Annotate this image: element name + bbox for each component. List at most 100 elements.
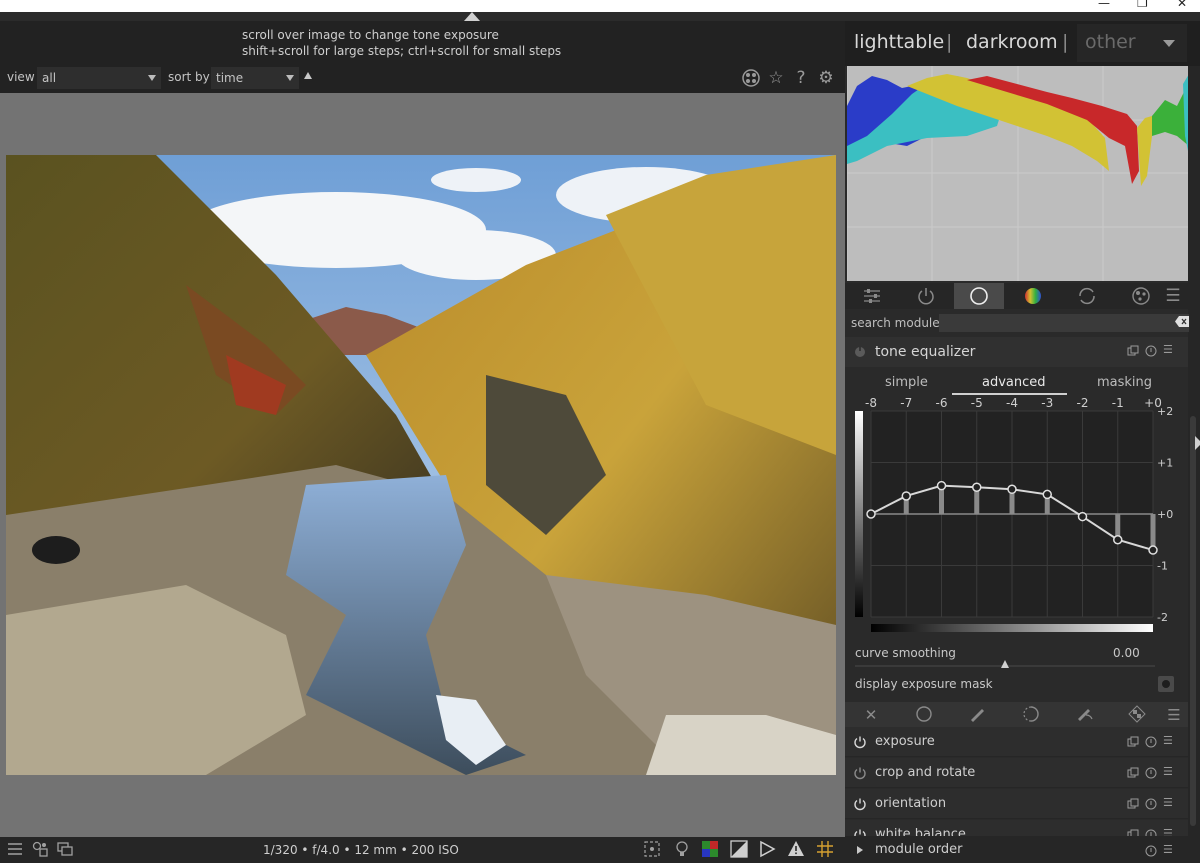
view-lighttable-link[interactable]: lighttable: [854, 31, 944, 53]
curve-node[interactable]: [936, 480, 947, 491]
x-tick-label: -4: [1006, 397, 1018, 410]
power-icon[interactable]: [853, 735, 867, 749]
module-name: white balance: [875, 827, 966, 837]
curve-node[interactable]: [1113, 535, 1123, 545]
power-icon[interactable]: [853, 797, 867, 811]
active-modules-tab-icon[interactable]: [901, 283, 951, 309]
reset-icon[interactable]: [1145, 767, 1157, 782]
color-picker-icon[interactable]: [741, 68, 761, 88]
grid-overlay-icon[interactable]: [815, 840, 835, 860]
reset-icon[interactable]: [1145, 798, 1157, 813]
histogram[interactable]: [846, 66, 1189, 281]
minimize-button[interactable]: —: [1098, 0, 1110, 10]
curve-node[interactable]: [866, 509, 876, 519]
multi-instance-icon[interactable]: [1127, 736, 1139, 751]
presets-menu-icon[interactable]: ☰: [1163, 796, 1173, 809]
view-separator: |: [946, 31, 953, 53]
right-panel-scroll-thumb[interactable]: [1190, 416, 1196, 826]
curve-node[interactable]: [1007, 484, 1017, 495]
reset-icon[interactable]: [1145, 845, 1157, 860]
tone-equalizer-header[interactable]: tone equalizer ☰: [845, 337, 1188, 367]
curve-node[interactable]: [972, 482, 982, 492]
multi-instance-icon[interactable]: [1127, 345, 1139, 360]
tab-advanced[interactable]: advanced: [982, 375, 1046, 390]
gear-icon[interactable]: ⚙: [816, 68, 836, 88]
x-tick-label: -7: [900, 397, 912, 410]
collapse-top-panel-arrow[interactable]: [464, 12, 480, 21]
preferences-list-icon[interactable]: [5, 840, 25, 860]
view-switcher: lighttable | darkroom | other: [845, 21, 1200, 66]
reset-icon[interactable]: [1145, 829, 1157, 836]
module-row-orientation[interactable]: orientation ☰: [845, 789, 1188, 819]
module-row-white-balance[interactable]: white balance ☰: [845, 820, 1188, 837]
multi-instance-icon[interactable]: [1127, 767, 1139, 782]
correction-modules-tab-icon[interactable]: [1062, 283, 1112, 309]
power-icon[interactable]: [853, 345, 867, 359]
presets-menu-icon[interactable]: ☰: [1163, 843, 1173, 856]
view-combobox[interactable]: all: [37, 67, 161, 89]
power-icon[interactable]: [853, 766, 867, 780]
multi-instance-icon[interactable]: [1127, 798, 1139, 813]
sort-combobox[interactable]: time: [211, 67, 299, 89]
module-name: exposure: [875, 734, 935, 749]
close-window-button[interactable]: ✕: [1177, 0, 1187, 10]
tone-curve-graph[interactable]: -8 -7 -6 -5 -4 -3 -2 -1 +0 +2 +1 +0 -1 -2: [845, 397, 1188, 643]
clear-search-icon[interactable]: [1175, 316, 1189, 330]
lightbulb-icon[interactable]: [672, 840, 692, 860]
module-row-exposure[interactable]: exposure ☰: [845, 727, 1188, 757]
quick-access-tab-icon[interactable]: [847, 283, 897, 309]
power-icon[interactable]: [853, 828, 867, 837]
photo-preview[interactable]: [6, 155, 836, 775]
presets-menu-icon[interactable]: ☰: [1163, 343, 1173, 356]
module-groups-menu-icon[interactable]: ☰: [1158, 283, 1188, 309]
search-module-label: search module: [851, 316, 940, 330]
drawn-mask-icon[interactable]: [965, 705, 989, 725]
module-order-row[interactable]: module order ☰: [845, 837, 1188, 863]
active-tab-indicator: [952, 393, 1067, 395]
guides-icon[interactable]: [757, 840, 777, 860]
uniform-blend-icon[interactable]: [912, 705, 936, 725]
sort-direction-icon[interactable]: [304, 72, 312, 79]
blend-menu-icon[interactable]: ☰: [1163, 705, 1185, 725]
curve-smoothing-handle[interactable]: [1001, 660, 1009, 668]
search-module-input[interactable]: [939, 314, 1189, 332]
curve-node[interactable]: [901, 491, 911, 501]
multi-instance-icon[interactable]: [1127, 829, 1139, 836]
reset-icon[interactable]: [1145, 736, 1157, 751]
help-icon[interactable]: ?: [791, 68, 811, 88]
second-window-icon[interactable]: [55, 840, 75, 860]
raster-mask-icon[interactable]: [1125, 705, 1149, 725]
expand-arrow-icon[interactable]: [857, 846, 863, 854]
curve-node[interactable]: [1042, 489, 1052, 500]
presets-menu-icon[interactable]: ☰: [1163, 734, 1173, 747]
reset-icon[interactable]: [1145, 345, 1157, 360]
presets-menu-icon[interactable]: ☰: [1163, 827, 1173, 836]
gamut-check-icon[interactable]: [729, 840, 749, 860]
curve-node[interactable]: [1077, 511, 1088, 522]
blend-off-icon[interactable]: ✕: [859, 705, 883, 725]
tab-simple[interactable]: simple: [885, 375, 928, 390]
view-other-dropdown[interactable]: other: [1077, 24, 1187, 62]
color-modules-tab-icon[interactable]: [1008, 283, 1058, 309]
drawn-parametric-mask-icon[interactable]: [1073, 705, 1097, 725]
module-row-crop-and-rotate[interactable]: crop and rotate ☰: [845, 758, 1188, 788]
presets-menu-icon[interactable]: ☰: [1163, 765, 1173, 778]
parametric-mask-icon[interactable]: [1019, 705, 1043, 725]
curve-node[interactable]: [1148, 545, 1158, 555]
x-tick-label: -8: [865, 397, 877, 410]
view-darkroom-link[interactable]: darkroom: [966, 31, 1058, 53]
focus-peaking-icon[interactable]: [642, 840, 662, 860]
shapes-icon[interactable]: [30, 840, 50, 860]
maximize-button[interactable]: ❐: [1137, 0, 1148, 10]
image-canvas[interactable]: [0, 93, 845, 837]
warning-icon[interactable]: [786, 840, 806, 860]
display-exposure-mask-toggle[interactable]: [1158, 676, 1174, 692]
collapse-right-panel-arrow[interactable]: [1195, 436, 1200, 450]
star-icon[interactable]: ☆: [766, 68, 786, 88]
bottom-panel: 1/320 • f/4.0 • 12 mm • 200 ISO: [0, 837, 845, 863]
tab-masking[interactable]: masking: [1097, 375, 1152, 390]
softproof-icon[interactable]: [700, 840, 720, 860]
node-bar: [1150, 514, 1156, 551]
y-tick-label: +1: [1157, 457, 1173, 470]
base-modules-tab-icon[interactable]: [954, 283, 1004, 309]
